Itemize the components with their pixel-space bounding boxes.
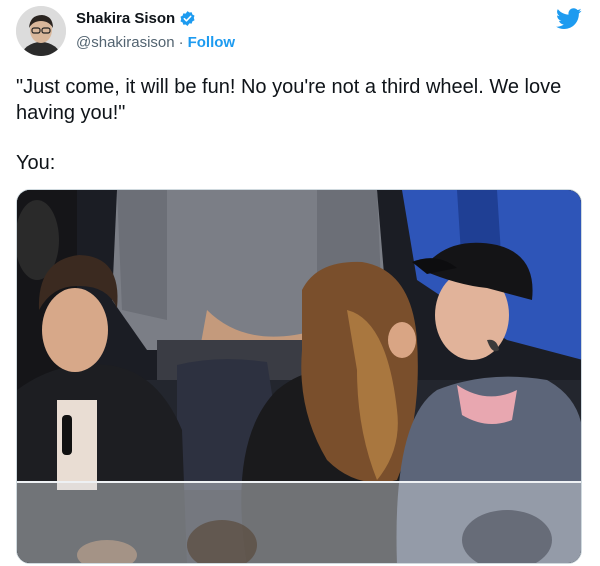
avatar[interactable] [16,6,66,56]
author-name-row: Shakira Sison [76,10,196,27]
author-handle[interactable]: @shakirasison [76,34,175,51]
separator: · [178,34,184,51]
twitter-bird-icon[interactable] [556,8,582,30]
tweet-text-you: You: [16,152,56,174]
display-name[interactable]: Shakira Sison [76,10,175,27]
tweet-card: Shakira Sison @shakirasison · Follow "Ju… [0,0,600,566]
verified-badge-icon [179,10,196,27]
tweet-text: "Just come, it will be fun! No you're no… [16,76,562,124]
author-handle-row: @shakirasison · Follow [76,34,235,51]
follow-button[interactable]: Follow [188,34,236,51]
tweet-photo[interactable] [16,189,582,564]
